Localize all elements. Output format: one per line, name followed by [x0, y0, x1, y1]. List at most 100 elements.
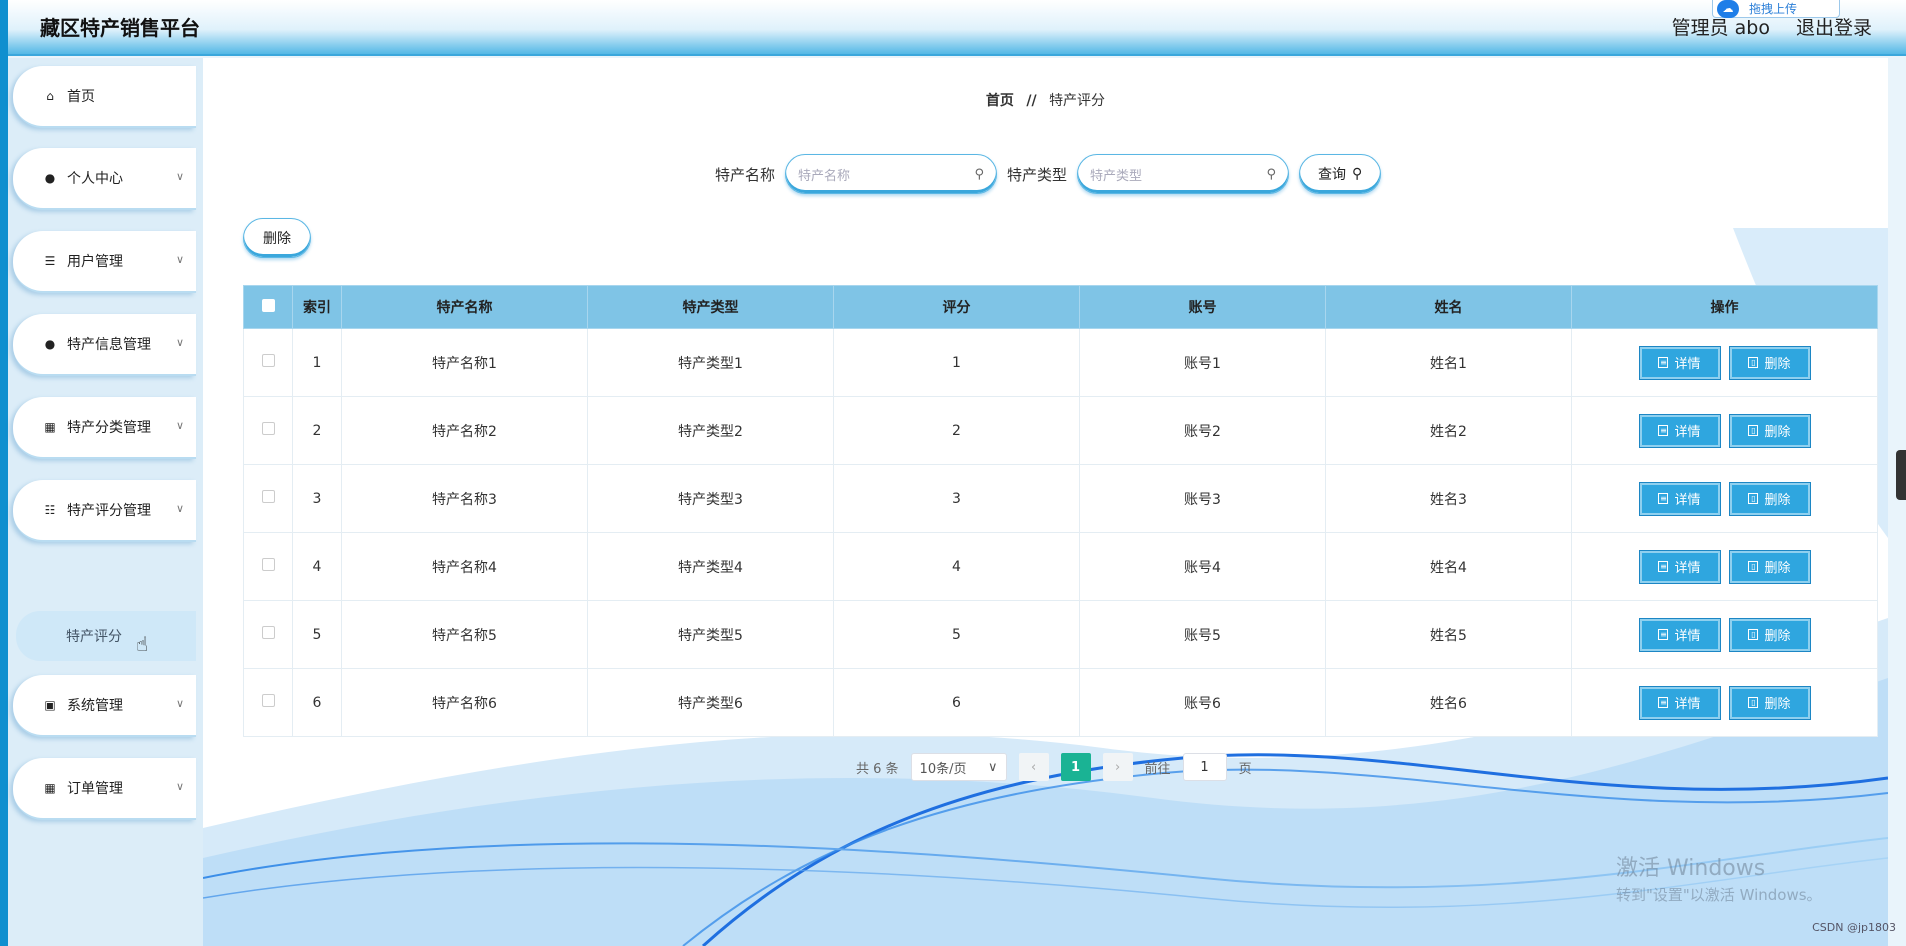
- cell-actions: ≡ 详情 ▯ 删除: [1571, 532, 1878, 601]
- sidebar-item-personal-center[interactable]: ● 个人中心 ∨: [13, 148, 196, 210]
- pagination: 共 6 条 10条/页 ∨ ‹ 1 › 前往 1 页: [856, 753, 1252, 781]
- cell-index: 1: [292, 328, 342, 397]
- breadcrumb: 首页 // 特产评分: [203, 90, 1888, 110]
- trash-icon: ▯: [1748, 425, 1759, 436]
- goto-suffix: 页: [1238, 761, 1252, 777]
- name-search-label: 特产名称: [715, 165, 776, 184]
- page-number-current[interactable]: 1: [1060, 753, 1091, 781]
- page-size-value: 10条/页: [919, 761, 967, 777]
- detail-button[interactable]: ≡ 详情: [1639, 414, 1720, 447]
- search-icon: ⚲: [974, 166, 985, 182]
- row-checkbox[interactable]: [261, 422, 275, 435]
- windows-activation-watermark: 激活 Windows 转到"设置"以激活 Windows。: [1616, 850, 1822, 905]
- prev-page-button[interactable]: ‹: [1018, 753, 1049, 781]
- cell-account: 账号4: [1079, 532, 1326, 601]
- logout-link[interactable]: 退出登录: [1796, 13, 1872, 40]
- detail-button[interactable]: ≡ 详情: [1639, 482, 1720, 515]
- detail-button[interactable]: ≡ 详情: [1639, 686, 1720, 719]
- row-select-cell[interactable]: [243, 396, 293, 465]
- cell-actions: ≡ 详情 ▯ 删除: [1571, 328, 1878, 397]
- table-row: 6 特产名称6 特产类型6 6 账号6 姓名6 ≡ 详情 ▯ 删除: [243, 668, 1878, 737]
- delete-button[interactable]: ▯ 删除: [1729, 618, 1810, 651]
- delete-label: 删除: [1764, 629, 1791, 644]
- sidebar-item-orders[interactable]: ▦ 订单管理 ∨: [13, 758, 196, 820]
- trash-icon: ▯: [1748, 493, 1759, 504]
- column-header: 评分: [833, 285, 1080, 329]
- user-area: 管理员 abo 退出登录: [1672, 13, 1872, 40]
- sidebar-item-product-info[interactable]: ● 特产信息管理 ∨: [13, 314, 196, 376]
- row-checkbox[interactable]: [261, 694, 275, 707]
- chevron-down-icon: ∨: [175, 502, 184, 515]
- table-header-row: 索引 特产名称 特产类型 评分 账号 姓名 操作: [243, 285, 1878, 329]
- detail-button[interactable]: ≡ 详情: [1639, 550, 1720, 583]
- cell-product-type: 特产类型6: [587, 668, 834, 737]
- select-all-cell[interactable]: [243, 285, 293, 329]
- sliders-icon: ☷: [44, 503, 56, 517]
- detail-button[interactable]: ≡ 详情: [1639, 618, 1720, 651]
- page-size-select[interactable]: 10条/页 ∨: [910, 753, 1007, 781]
- rating-table: 索引 特产名称 特产类型 评分 账号 姓名 操作 1 特产名称1 特产类型1 1 账号1…: [243, 285, 1878, 737]
- sidebar-item-product-rating[interactable]: ☷ 特产评分管理 ∨: [13, 480, 196, 542]
- cell-person-name: 姓名3: [1325, 464, 1572, 533]
- cell-account: 账号6: [1079, 668, 1326, 737]
- next-page-button[interactable]: ›: [1102, 753, 1133, 781]
- detail-button[interactable]: ≡ 详情: [1639, 346, 1720, 379]
- type-search-input[interactable]: 特产类型 ⚲: [1077, 154, 1290, 194]
- delete-button[interactable]: ▯ 删除: [1729, 482, 1810, 515]
- delete-label: 删除: [1764, 697, 1791, 712]
- submenu-item-product-rating[interactable]: 特产评分: [16, 611, 196, 661]
- delete-button[interactable]: ▯ 删除: [1729, 686, 1810, 719]
- cell-score: 5: [833, 600, 1080, 669]
- delete-button[interactable]: ▯ 删除: [1729, 550, 1810, 583]
- chevron-down-icon: ∨: [175, 780, 184, 793]
- breadcrumb-home[interactable]: 首页: [986, 93, 1014, 109]
- cell-index: 5: [292, 600, 342, 669]
- search-bar: 特产名称 特产名称 ⚲ 特产类型 特产类型 ⚲ 查询 ⚲: [715, 154, 1382, 194]
- column-header: 姓名: [1325, 285, 1572, 329]
- cell-account: 账号2: [1079, 396, 1326, 465]
- column-header: 特产类型: [587, 285, 834, 329]
- row-checkbox[interactable]: [261, 490, 275, 503]
- row-select-cell[interactable]: [243, 532, 293, 601]
- row-checkbox[interactable]: [261, 626, 275, 639]
- detail-label: 详情: [1674, 425, 1701, 440]
- row-checkbox[interactable]: [261, 558, 275, 571]
- cell-product-name: 特产名称3: [341, 464, 588, 533]
- grid-icon: ▦: [44, 781, 56, 795]
- sidebar-item-product-category[interactable]: ▦ 特产分类管理 ∨: [13, 397, 196, 459]
- table-row: 3 特产名称3 特产类型3 3 账号3 姓名3 ≡ 详情 ▯ 删除: [243, 464, 1878, 533]
- name-search-placeholder: 特产名称: [798, 168, 851, 184]
- detail-label: 详情: [1674, 697, 1701, 712]
- cell-actions: ≡ 详情 ▯ 删除: [1571, 668, 1878, 737]
- batch-delete-label: 删除: [263, 231, 291, 247]
- delete-button[interactable]: ▯ 删除: [1729, 346, 1810, 379]
- batch-delete-button[interactable]: 删除: [243, 218, 311, 258]
- cell-score: 3: [833, 464, 1080, 533]
- column-header: 操作: [1571, 285, 1878, 329]
- select-all-checkbox[interactable]: [261, 298, 275, 312]
- cell-product-name: 特产名称5: [341, 600, 588, 669]
- user-icon: ●: [44, 171, 56, 185]
- home-icon: ⌂: [46, 89, 54, 103]
- cell-index: 2: [292, 396, 342, 465]
- app-title: 藏区特产销售平台: [40, 16, 200, 40]
- row-select-cell[interactable]: [243, 600, 293, 669]
- user-label: 管理员 abo: [1671, 17, 1770, 39]
- goto-page-input[interactable]: 1: [1182, 753, 1227, 781]
- cell-score: 4: [833, 532, 1080, 601]
- chevron-down-icon: ∨: [175, 170, 184, 183]
- sidebar-item-label: 系统管理: [67, 698, 123, 714]
- sidebar-item-home[interactable]: ⌂ 首页: [13, 66, 196, 128]
- name-search-input[interactable]: 特产名称 ⚲: [785, 154, 998, 194]
- row-select-cell[interactable]: [243, 668, 293, 737]
- row-checkbox[interactable]: [261, 354, 275, 367]
- row-select-cell[interactable]: [243, 328, 293, 397]
- delete-button[interactable]: ▯ 删除: [1729, 414, 1810, 447]
- sidebar-item-user-management[interactable]: ☰ 用户管理 ∨: [13, 231, 196, 293]
- query-button[interactable]: 查询 ⚲: [1299, 154, 1382, 194]
- cell-index: 6: [292, 668, 342, 737]
- cell-index: 3: [292, 464, 342, 533]
- row-select-cell[interactable]: [243, 464, 293, 533]
- sidebar-item-system[interactable]: ▣ 系统管理 ∨: [13, 675, 196, 737]
- side-handle[interactable]: [1896, 450, 1906, 500]
